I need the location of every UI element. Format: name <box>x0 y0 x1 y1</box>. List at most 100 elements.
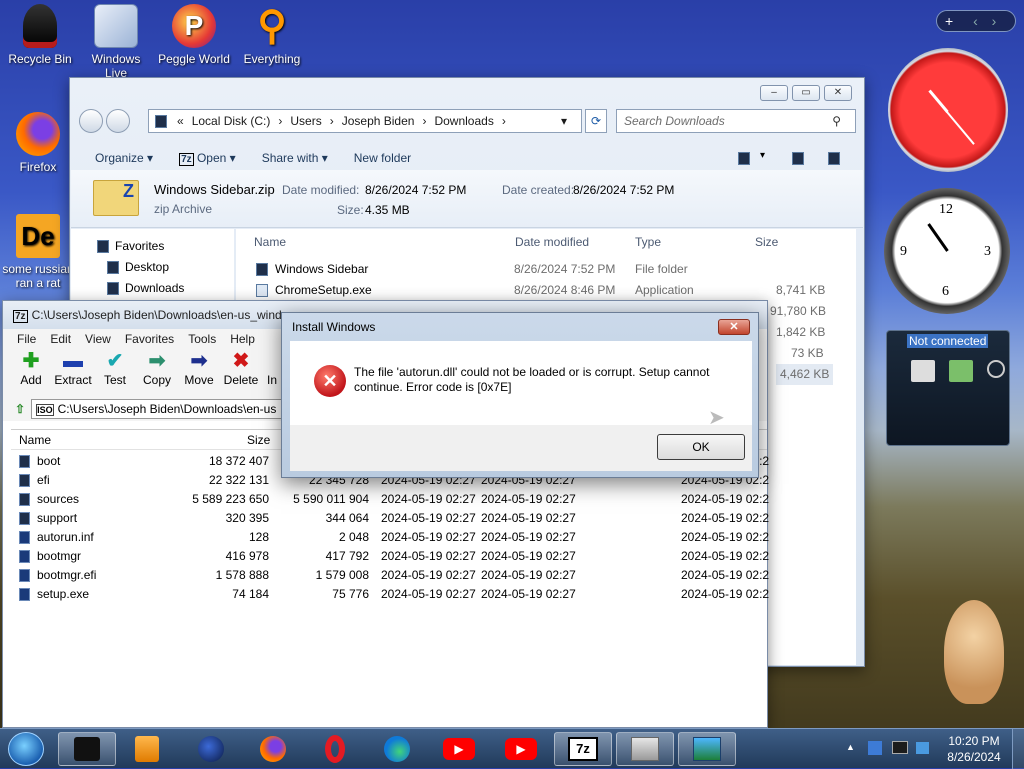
test-label: Test <box>103 373 126 387</box>
column-size[interactable]: Size <box>755 235 778 249</box>
delete-button[interactable]: ✖ Delete <box>220 349 262 397</box>
column-name[interactable]: Name <box>19 430 51 450</box>
column-date-modified[interactable]: Date modified <box>515 235 589 249</box>
tray-network-icon[interactable] <box>892 741 908 754</box>
archive-row[interactable]: bootmgr 416 978 417 792 2024-05-19 02:27 202… <box>11 547 771 566</box>
search-input[interactable]: Search Downloads <box>624 114 725 128</box>
install-windows-dialog[interactable]: Install Windows ✕ ✕ The file 'autorun.dl… <box>281 312 759 478</box>
taskbar-media-player[interactable] <box>118 732 176 766</box>
address-bar[interactable]: « Local Disk (C:) › Users › Joseph Biden… <box>148 109 582 133</box>
next-gadget-icon[interactable]: › <box>992 13 997 29</box>
open-menu[interactable]: 7z Open ▾ <box>179 151 236 166</box>
desktop-icon-firefox[interactable]: Firefox <box>2 112 74 174</box>
extract-button[interactable]: ▬ Extract <box>52 349 94 397</box>
nav-desktop[interactable]: Desktop <box>71 257 234 278</box>
ok-button[interactable]: OK <box>657 434 745 460</box>
archive-name: setup.exe <box>37 587 90 601</box>
desktop-icon-windows-live[interactable]: Windows Live <box>80 4 152 80</box>
hamster-decoration <box>944 600 1004 704</box>
prev-gadget-icon[interactable]: ‹ <box>973 13 978 29</box>
tray-flag-icon[interactable] <box>868 741 882 755</box>
menu-file[interactable]: File <box>17 329 36 349</box>
close-button[interactable]: ✕ <box>824 85 852 101</box>
taskbar-recycle-app[interactable] <box>58 732 116 766</box>
archive-row[interactable]: support 320 395 344 064 2024-05-19 02:27 202… <box>11 509 771 528</box>
up-folder-icon[interactable]: ⇧ <box>15 402 25 416</box>
file-row[interactable]: Windows Sidebar 8/26/2024 7:52 PM File f… <box>236 259 856 280</box>
taskbar-youtube-2[interactable]: ▶ <box>492 732 550 766</box>
forward-button[interactable] <box>106 109 130 133</box>
gadget-network[interactable]: Not connected <box>886 330 1010 446</box>
breadcrumb-separator[interactable]: › <box>330 114 334 128</box>
view-dropdown-icon[interactable]: ▾ <box>760 150 765 161</box>
archive-row[interactable]: bootmgr.efi 1 578 888 1 579 008 2024-05-19 … <box>11 566 771 585</box>
taskbar-explorer[interactable] <box>616 732 674 766</box>
archive-row[interactable]: setup.exe 74 184 75 776 2024-05-19 02:27 202… <box>11 585 771 604</box>
breadcrumb-overflow[interactable]: « <box>177 114 184 128</box>
help-icon[interactable] <box>828 152 840 165</box>
back-button[interactable] <box>79 109 103 133</box>
refresh-button[interactable]: ⟳ <box>585 109 607 133</box>
menu-tools[interactable]: Tools <box>188 329 216 349</box>
show-desktop-button[interactable] <box>1012 729 1024 769</box>
menu-help[interactable]: Help <box>230 329 255 349</box>
dialog-close-button[interactable]: ✕ <box>718 319 750 335</box>
taskbar-7zip[interactable]: 7z <box>554 732 612 766</box>
add-button[interactable]: ✚ Add <box>10 349 52 397</box>
column-size[interactable]: Size <box>247 430 270 450</box>
taskbar-setup[interactable] <box>678 732 736 766</box>
nav-downloads[interactable]: Downloads <box>71 278 234 299</box>
tray-volume-icon[interactable] <box>916 742 929 754</box>
maximize-button[interactable]: ▭ <box>792 85 820 101</box>
nav-favorites[interactable]: Favorites <box>71 236 234 257</box>
column-name[interactable]: Name <box>254 235 286 249</box>
breadcrumb-downloads[interactable]: Downloads <box>434 114 493 128</box>
file-row[interactable]: ChromeSetup.exe 8/26/2024 8:46 PM Applic… <box>236 280 856 301</box>
new-folder-button[interactable]: New folder <box>354 151 411 165</box>
column-type[interactable]: Type <box>635 235 661 249</box>
menu-view[interactable]: View <box>85 329 111 349</box>
taskbar-edge[interactable] <box>368 732 426 766</box>
share-with-menu[interactable]: Share with ▾ <box>262 151 328 165</box>
archive-modified: 2024-05-19 02:27 <box>381 492 476 506</box>
dialog-message: The file 'autorun.dll' could not be load… <box>354 365 710 394</box>
globe-icon <box>198 736 224 762</box>
desktop-icon-peggle[interactable]: P Peggle World <box>158 4 230 66</box>
address-dropdown-icon[interactable]: ▾ <box>561 114 567 128</box>
test-button[interactable]: ✔ Test <box>94 349 136 397</box>
taskbar-globe[interactable] <box>182 732 240 766</box>
show-hidden-icons[interactable]: ▲ <box>846 742 855 752</box>
search-box[interactable]: Search Downloads ⚲ <box>616 109 856 133</box>
taskbar-opera[interactable] <box>306 732 364 766</box>
move-button[interactable]: ➡ Move <box>178 349 220 397</box>
taskbar-youtube-1[interactable]: ▶ <box>430 732 488 766</box>
gadget-clock-red[interactable] <box>888 48 1008 172</box>
archive-row[interactable]: sources 5 589 223 650 5 590 011 904 2024-05… <box>11 490 771 509</box>
breadcrumb-separator[interactable]: › <box>502 114 506 128</box>
menu-favorites[interactable]: Favorites <box>125 329 174 349</box>
start-button[interactable] <box>8 732 44 766</box>
info-button[interactable]: In <box>262 349 282 397</box>
taskbar-firefox[interactable] <box>244 732 302 766</box>
archive-row[interactable]: autorun.inf 128 2 048 2024-05-19 02:27 2024-… <box>11 528 771 547</box>
desktop-icon-de-app[interactable]: De some russian ran a rat <box>2 214 74 290</box>
breadcrumb-separator[interactable]: › <box>422 114 426 128</box>
breadcrumb-joseph-biden[interactable]: Joseph Biden <box>342 114 415 128</box>
copy-button[interactable]: ➡ Copy <box>136 349 178 397</box>
path-field[interactable]: ISO C:\Users\Joseph Biden\Downloads\en-us <box>31 399 292 419</box>
desktop-icon-everything[interactable]: ⚲ Everything <box>236 4 308 66</box>
menu-edit[interactable]: Edit <box>50 329 71 349</box>
breadcrumb-users[interactable]: Users <box>290 114 321 128</box>
view-options-icon[interactable] <box>738 152 750 165</box>
breadcrumb-local-disk[interactable]: Local Disk (C:) <box>192 114 271 128</box>
preview-pane-icon[interactable] <box>792 152 804 165</box>
breadcrumb-separator[interactable]: › <box>278 114 282 128</box>
desktop-icon-recycle-bin[interactable]: Recycle Bin <box>4 4 76 66</box>
organize-menu[interactable]: Organize ▾ <box>95 151 153 165</box>
tray-clock[interactable]: 10:20 PM 8/26/2024 <box>944 733 1004 765</box>
add-gadget-icon[interactable]: + <box>945 13 953 29</box>
archive-accessed: 2024-05-19 02:2 <box>681 549 770 563</box>
gadget-toolbar[interactable]: + ‹ › <box>936 10 1016 32</box>
minimize-button[interactable]: ‒ <box>760 85 788 101</box>
gadget-clock-analog[interactable]: 12 3 6 9 <box>884 188 1010 314</box>
